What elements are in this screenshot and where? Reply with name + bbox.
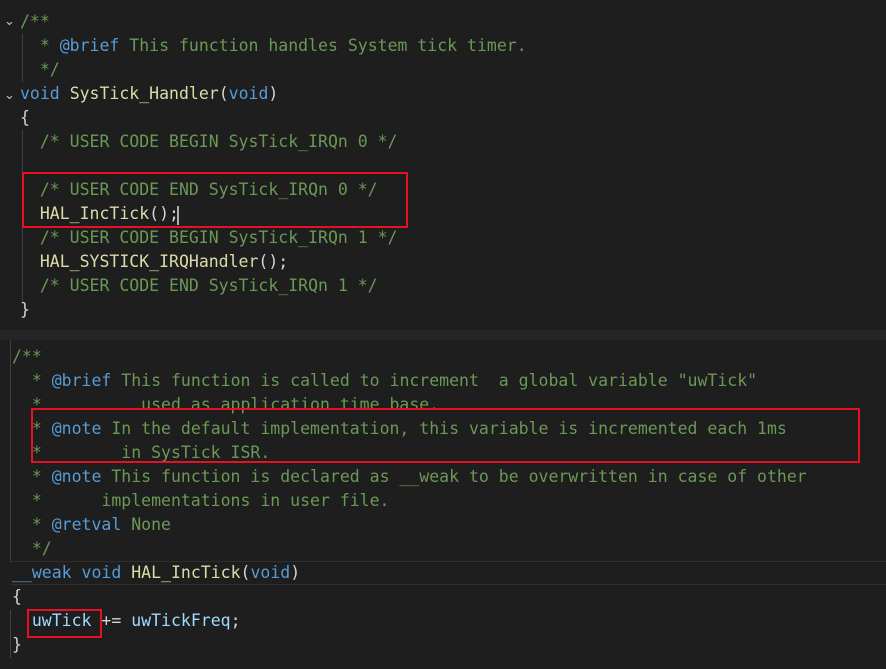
code-token: ; (230, 611, 241, 630)
code-token: SysTick_Handler (69, 84, 219, 103)
code-token: None (121, 515, 171, 534)
code-token: * (12, 467, 52, 486)
code-editor-top[interactable]: ⌄ ⌄ /** * @brief This function handles S… (0, 0, 886, 330)
code-token: void (81, 563, 122, 582)
code-line[interactable]: } (20, 298, 30, 322)
code-token: * (12, 419, 52, 438)
code-line[interactable]: * @note This function is declared as __w… (12, 465, 807, 489)
code-token: @retval (51, 515, 122, 534)
code-token: ) (268, 84, 279, 103)
code-token: { (20, 108, 30, 127)
code-token: */ (12, 539, 52, 558)
code-token: * used as application time base. (12, 395, 440, 414)
code-editor-bottom[interactable]: /** * @brief This function is called to … (0, 340, 886, 669)
code-line[interactable]: * in SysTick ISR. (12, 441, 270, 465)
code-token: ) (290, 563, 301, 582)
code-token: ( (218, 84, 229, 103)
code-line[interactable]: * implementations in user file. (12, 489, 390, 513)
editor-separator (0, 330, 886, 340)
code-token: @note (51, 419, 102, 438)
code-token: HAL_IncTick (131, 563, 241, 582)
code-token: /* USER CODE END SysTick_IRQn 0 */ (20, 180, 378, 199)
code-token: (); (258, 252, 289, 271)
code-line[interactable]: */ (20, 58, 60, 82)
code-line[interactable]: * @brief This function is called to incr… (12, 369, 757, 393)
code-token: * (12, 515, 52, 534)
code-line[interactable]: /* USER CODE END SysTick_IRQn 1 */ (20, 274, 378, 298)
code-line[interactable]: */ (12, 537, 52, 561)
code-token: * in SysTick ISR. (12, 443, 271, 462)
code-token: __weak (12, 563, 72, 582)
code-token: { (12, 587, 22, 606)
code-line[interactable]: /** (20, 10, 50, 34)
code-token: This function handles System tick timer. (119, 36, 527, 55)
code-token: * (20, 36, 60, 55)
code-token: @brief (59, 36, 120, 55)
code-token: This function is called to increment a g… (111, 371, 758, 390)
code-token: void (250, 563, 291, 582)
code-token: /** (20, 12, 50, 31)
code-line[interactable]: { (20, 106, 30, 130)
code-token: /* USER CODE END SysTick_IRQn 1 */ (20, 276, 378, 295)
code-line[interactable]: /* USER CODE END SysTick_IRQn 0 */ (20, 178, 378, 202)
code-line[interactable]: HAL_SYSTICK_IRQHandler(); (20, 250, 288, 274)
code-token: @note (51, 467, 102, 486)
code-token: += (91, 611, 132, 630)
code-line[interactable]: void SysTick_Handler(void) (20, 82, 278, 106)
code-line[interactable]: /** (12, 345, 42, 369)
code-line[interactable]: /* USER CODE BEGIN SysTick_IRQn 1 */ (20, 226, 398, 250)
code-token: /* USER CODE BEGIN SysTick_IRQn 0 */ (20, 132, 398, 151)
code-token: HAL_IncTick (39, 204, 150, 223)
code-line[interactable]: * used as application time base. (12, 393, 439, 417)
chevron-down-icon[interactable]: ⌄ (4, 84, 18, 108)
code-token: * implementations in user file. (12, 491, 390, 510)
indent-guide (10, 340, 11, 562)
code-token: (); (149, 204, 179, 223)
code-line[interactable]: HAL_IncTick(); (20, 202, 179, 226)
code-token: } (20, 300, 30, 319)
code-line[interactable]: } (12, 633, 22, 657)
code-line[interactable]: /* USER CODE BEGIN SysTick_IRQn 0 */ (20, 130, 398, 154)
code-token: } (12, 635, 22, 654)
code-token: This function is declared as __weak to b… (101, 467, 807, 486)
text-cursor (177, 206, 179, 225)
chevron-down-icon[interactable]: ⌄ (4, 10, 18, 34)
code-line[interactable]: __weak void HAL_IncTick(void) (12, 561, 300, 585)
code-line[interactable]: { (12, 585, 22, 609)
code-token: @brief (51, 371, 112, 390)
code-token: void (20, 84, 60, 103)
code-token: uwTick (31, 611, 92, 630)
code-line[interactable]: * @brief This function handles System ti… (20, 34, 527, 58)
indent-guide (10, 610, 11, 658)
code-token: void (228, 84, 269, 103)
code-token: */ (20, 60, 60, 79)
code-line[interactable]: * @retval None (12, 513, 171, 537)
code-token: ( (240, 563, 251, 582)
code-token: /** (12, 347, 42, 366)
code-token: uwTickFreq (131, 611, 231, 630)
code-token: In the default implementation, this vari… (101, 419, 787, 438)
code-line[interactable]: uwTick += uwTickFreq; (12, 609, 241, 633)
code-token: * (12, 371, 52, 390)
code-line[interactable]: * @note In the default implementation, t… (12, 417, 787, 441)
code-token: HAL_SYSTICK_IRQHandler (39, 252, 259, 271)
code-token: /* USER CODE BEGIN SysTick_IRQn 1 */ (20, 228, 398, 247)
